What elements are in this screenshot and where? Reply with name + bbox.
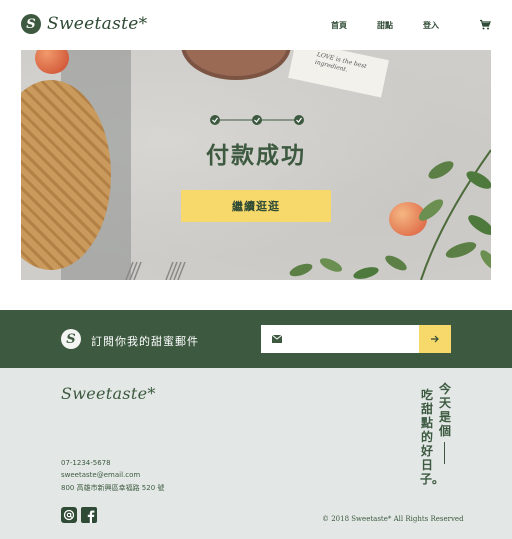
slogan-line-2: 吃甜點的好日子。 bbox=[420, 388, 445, 486]
site-header: S Sweetaste* 首頁 甜點 登入 bbox=[0, 0, 512, 50]
hero-banner: LOVE is the best ingredient. 付款成功 繼續逛逛 bbox=[21, 50, 491, 280]
newsletter-email-input[interactable] bbox=[288, 329, 416, 349]
nav-link-desserts[interactable]: 甜點 bbox=[377, 20, 393, 31]
nav-link-login[interactable]: 登入 bbox=[423, 20, 439, 31]
footer-phone: 07-1234-5678 bbox=[61, 459, 111, 467]
copyright-text: © 2018 Sweetaste* All Rights Reserved bbox=[322, 515, 464, 523]
step-complete-icon bbox=[252, 115, 262, 125]
continue-shopping-button[interactable]: 繼續逛逛 bbox=[181, 190, 331, 222]
hero-forks-decoration bbox=[125, 261, 186, 280]
newsletter-section: S 訂閱你我的甜蜜郵件 bbox=[0, 310, 512, 368]
logo-mark-icon: S bbox=[21, 14, 41, 34]
site-footer: Sweetaste* 07-1234-5678 sweetaste@email.… bbox=[0, 368, 512, 539]
facebook-icon[interactable] bbox=[81, 507, 97, 523]
hero-plate-decoration bbox=[181, 50, 291, 80]
footer-brand-name: Sweetaste* bbox=[61, 384, 156, 403]
page-title: 付款成功 bbox=[206, 142, 306, 169]
nav-link-home[interactable]: 首頁 bbox=[331, 20, 347, 31]
newsletter-label: 訂閱你我的甜蜜郵件 bbox=[91, 335, 199, 348]
footer-address: 800 高雄市新興區幸福路 520 號 bbox=[61, 484, 165, 492]
logo-mark-letter: S bbox=[26, 16, 36, 32]
step-complete-icon bbox=[294, 115, 304, 125]
logo-mark-icon: S bbox=[61, 329, 81, 349]
footer-email[interactable]: sweetaste@email.com bbox=[61, 471, 140, 479]
brand-name: Sweetaste* bbox=[47, 14, 148, 34]
logo-mark-letter: S bbox=[66, 331, 76, 347]
slogan-divider bbox=[444, 442, 445, 464]
newsletter-submit-button[interactable] bbox=[419, 325, 451, 353]
arrow-right-icon bbox=[431, 335, 439, 343]
brand-logo[interactable]: S Sweetaste* bbox=[21, 14, 147, 34]
slogan-line-1: 今天是個 bbox=[438, 382, 451, 438]
mail-icon bbox=[272, 335, 282, 343]
at-icon[interactable] bbox=[61, 507, 77, 523]
hero-leaves-decoration-2 bbox=[289, 255, 407, 279]
step-complete-icon bbox=[210, 115, 220, 125]
shopping-cart-icon[interactable] bbox=[479, 19, 491, 31]
progress-steps bbox=[210, 115, 304, 125]
